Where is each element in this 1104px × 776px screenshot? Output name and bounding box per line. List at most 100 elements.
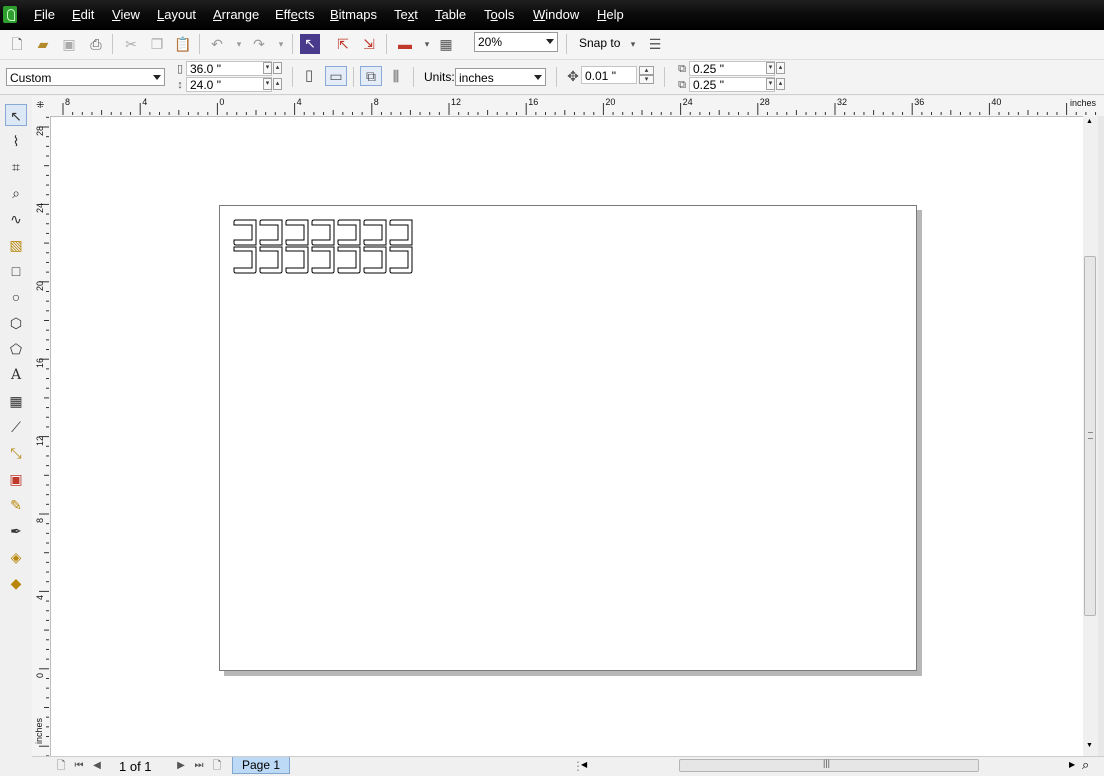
dup-x-spin-up[interactable]: ▴	[776, 62, 785, 74]
scroll-down-icon[interactable]: ▼	[1086, 742, 1093, 749]
last-page-icon[interactable]: ⏭	[190, 757, 208, 775]
connector-tool-icon[interactable]: ⤡	[5, 442, 27, 464]
menu-item[interactable]: Bitmaps	[330, 7, 377, 23]
bracket-shape[interactable]	[337, 219, 361, 246]
interactive-effects-tool-icon[interactable]: ▣	[5, 468, 27, 490]
menu-item[interactable]: Help	[597, 7, 624, 23]
page-tab[interactable]: Page 1	[232, 757, 290, 774]
rectangle-tool-icon[interactable]: □	[5, 260, 27, 282]
nudge-spin-down[interactable]: ▾	[639, 75, 654, 84]
add-page-before-icon[interactable]: 🗋	[52, 757, 70, 775]
table-tool-icon[interactable]: ▦	[5, 390, 27, 412]
height-spin-up[interactable]: ▴	[273, 78, 282, 90]
nudge-input[interactable]: 0.01 "	[581, 66, 637, 84]
snap-to-button[interactable]: Snap to	[579, 36, 620, 50]
scroll-right-icon[interactable]: ▶	[1069, 760, 1075, 769]
bracket-shapes[interactable]	[232, 218, 432, 298]
print-icon[interactable]: ⎙	[87, 35, 105, 53]
landscape-icon[interactable]: ▭	[325, 66, 347, 86]
vertical-scrollbar[interactable]: ▲ ▼	[1083, 116, 1098, 756]
bracket-shape[interactable]	[259, 246, 283, 274]
duplicate-y-input[interactable]: 0.25 "	[689, 77, 775, 92]
scroll-left-icon[interactable]: ◀	[581, 760, 587, 769]
ellipse-tool-icon[interactable]: ○	[5, 286, 27, 308]
drawing-canvas[interactable]	[51, 117, 1083, 756]
bracket-shape[interactable]	[337, 246, 361, 274]
bracket-shape[interactable]	[233, 219, 257, 246]
nudge-spin-up[interactable]: ▴	[639, 66, 654, 75]
paper-type-select[interactable]: Custom	[6, 68, 165, 86]
menu-item[interactable]: Arrange	[213, 7, 259, 23]
scroll-up-icon[interactable]: ▲	[1086, 118, 1093, 125]
horizontal-scroll-thumb[interactable]: |||	[679, 758, 979, 772]
menu-item[interactable]: Text	[394, 7, 418, 23]
zoom-tool-icon[interactable]: ⌕	[5, 182, 27, 204]
smart-fill-tool-icon[interactable]: ▧	[5, 234, 27, 256]
vertical-scroll-thumb[interactable]	[1084, 256, 1096, 616]
menu-item[interactable]: Edit	[72, 7, 94, 23]
eyedropper-tool-icon[interactable]: ✎	[5, 494, 27, 516]
undo-icon[interactable]: ↶	[208, 35, 226, 53]
paste-icon[interactable]: 📋	[174, 35, 192, 53]
all-pages-icon[interactable]: ⧉	[360, 66, 382, 86]
undo-dropdown-icon[interactable]: ▾	[230, 35, 248, 53]
duplicate-x-input[interactable]: 0.25 "	[689, 61, 775, 76]
launcher-dropdown-icon[interactable]: ▾	[418, 35, 436, 53]
bracket-shape[interactable]	[285, 219, 309, 246]
pick-tool-icon[interactable]: ↖	[5, 104, 27, 126]
bracket-shape[interactable]	[311, 219, 335, 246]
polygon-tool-icon[interactable]: ⬡	[5, 312, 27, 334]
height-spin-down[interactable]: ▾	[263, 78, 272, 90]
bracket-shape[interactable]	[233, 246, 257, 274]
navigator-zoom-icon[interactable]: ⌕	[1082, 757, 1089, 773]
menu-item[interactable]: File	[34, 7, 55, 23]
redo-dropdown-icon[interactable]: ▾	[272, 35, 290, 53]
snap-dropdown-icon[interactable]: ▾	[624, 35, 642, 53]
menu-item[interactable]: View	[112, 7, 140, 23]
zoom-combo[interactable]: 20%	[474, 32, 558, 52]
dup-y-spin-up[interactable]: ▴	[776, 78, 785, 90]
bracket-shape[interactable]	[389, 246, 413, 274]
portrait-icon[interactable]: ▯	[300, 67, 318, 85]
save-icon[interactable]: ▣	[60, 35, 78, 53]
text-tool-icon[interactable]: A	[5, 364, 27, 386]
width-spin-down[interactable]: ▾	[263, 62, 272, 74]
freehand-tool-icon[interactable]: ∿	[5, 208, 27, 230]
dup-y-spin-down[interactable]: ▾	[766, 78, 775, 90]
vertical-ruler[interactable]: 28 24 20 16 12 8 4 0 inches	[32, 116, 51, 756]
application-launcher-icon[interactable]: ▬	[396, 35, 414, 53]
menu-item[interactable]: Effects	[275, 7, 315, 23]
next-page-icon[interactable]: ▶	[172, 757, 190, 775]
new-document-icon[interactable]: 🗋	[8, 35, 26, 53]
page-width-input[interactable]: 36.0 "	[186, 61, 272, 76]
cut-icon[interactable]: ✂	[122, 35, 140, 53]
welcome-screen-icon[interactable]: ▦	[437, 35, 455, 53]
bracket-shape[interactable]	[259, 219, 283, 246]
crop-tool-icon[interactable]: ⌗	[5, 156, 27, 178]
menu-item[interactable]: Layout	[157, 7, 196, 23]
width-spin-up[interactable]: ▴	[273, 62, 282, 74]
export-icon[interactable]: ⇲	[360, 35, 378, 53]
basic-shapes-tool-icon[interactable]: ⬠	[5, 338, 27, 360]
open-folder-icon[interactable]: ▰	[34, 35, 52, 53]
previous-page-icon[interactable]: ◀	[88, 757, 106, 775]
copy-icon[interactable]: ❐	[148, 35, 166, 53]
horizontal-ruler[interactable]: 8 4 0 4 8 12 16 20 24 28 32 36 40 inches	[50, 96, 1104, 117]
dup-x-spin-down[interactable]: ▾	[766, 62, 775, 74]
dimension-tool-icon[interactable]: ⟋	[5, 416, 27, 438]
outline-pen-tool-icon[interactable]: ✒	[5, 520, 27, 542]
bracket-shape[interactable]	[311, 246, 335, 274]
bracket-shape[interactable]	[285, 246, 309, 274]
fill-tool-icon[interactable]: ◈	[5, 546, 27, 568]
first-page-icon[interactable]: ⏮	[70, 757, 88, 775]
bracket-shape[interactable]	[363, 246, 387, 274]
ruler-origin-icon[interactable]: ⁜	[36, 100, 44, 111]
ruler-corner[interactable]: ⁜	[32, 96, 50, 116]
menu-item[interactable]: Table	[435, 7, 466, 23]
options-icon[interactable]: ☰	[646, 35, 664, 53]
bracket-shape[interactable]	[389, 219, 413, 246]
shape-tool-icon[interactable]: ⌇	[5, 130, 27, 152]
page-height-input[interactable]: 24.0 "	[186, 77, 272, 92]
redo-icon[interactable]: ↷	[250, 35, 268, 53]
interactive-fill-tool-icon[interactable]: ◆	[5, 572, 27, 594]
